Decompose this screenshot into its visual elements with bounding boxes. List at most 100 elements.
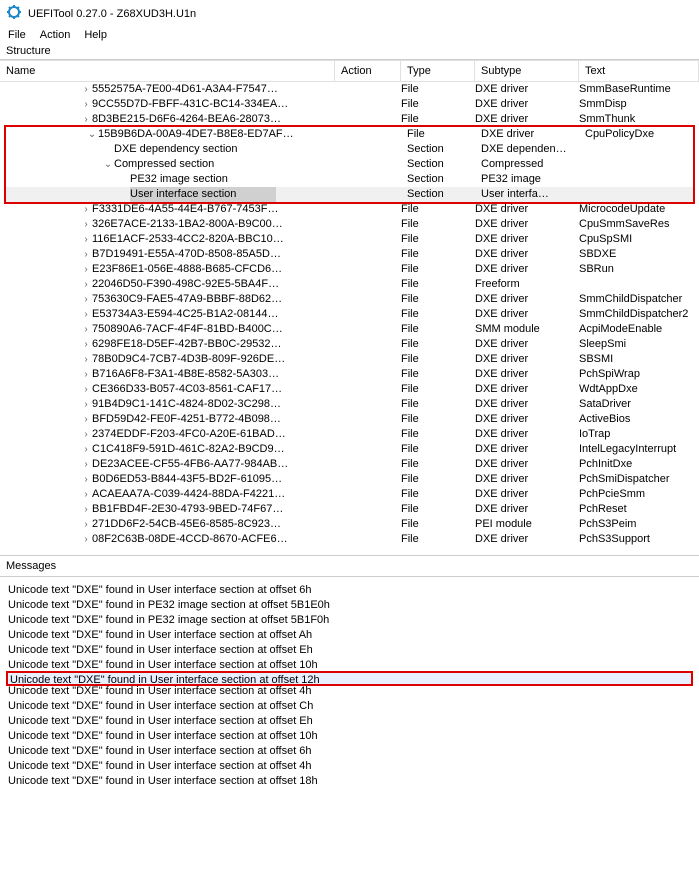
tree-row[interactable]: ›116E1ACF-2533-4CC2-820A-BBC10…FileDXE d… — [0, 232, 699, 247]
row-type: File — [401, 367, 475, 382]
chevron-right-icon[interactable]: › — [80, 82, 92, 97]
tree-row[interactable]: ›CE366D33-B057-4C03-8561-CAF17…FileDXE d… — [0, 382, 699, 397]
chevron-right-icon[interactable]: › — [80, 247, 92, 262]
col-text[interactable]: Text — [579, 61, 699, 81]
tree-row[interactable]: ›2374EDDF-F203-4FC0-A20E-61BAD…FileDXE d… — [0, 427, 699, 442]
tree-row[interactable]: ›DE23ACEE-CF55-4FB6-AA77-984AB…FileDXE d… — [0, 457, 699, 472]
tree-row[interactable]: ›08F2C63B-08DE-4CCD-8670-ACFE6…FileDXE d… — [0, 532, 699, 547]
tree-row[interactable]: ›78B0D9C4-7CB7-4D3B-809F-926DE…FileDXE d… — [0, 352, 699, 367]
chevron-right-icon[interactable]: › — [80, 532, 92, 547]
row-text: ActiveBios — [579, 412, 699, 427]
row-subtype: DXE driver — [475, 397, 579, 412]
chevron-right-icon[interactable]: › — [80, 517, 92, 532]
tree-row[interactable]: ›B7D19491-E55A-470D-8508-85A5D…FileDXE d… — [0, 247, 699, 262]
tree-row[interactable]: ›C1C418F9-591D-461C-82A2-B9CD9…FileDXE d… — [0, 442, 699, 457]
tree-row[interactable]: ›753630C9-FAE5-47A9-BBBF-88D62…FileDXE d… — [0, 292, 699, 307]
row-subtype: User interfa… — [481, 187, 585, 202]
tree-row[interactable]: ›9CC55D7D-FBFF-431C-BC14-334EA…FileDXE d… — [0, 97, 699, 112]
chevron-right-icon[interactable]: › — [80, 352, 92, 367]
chevron-down-icon[interactable]: ⌄ — [86, 127, 98, 142]
chevron-down-icon[interactable]: ⌄ — [102, 157, 114, 172]
tree-row[interactable]: ›5552575A-7E00-4D61-A3A4-F7547…FileDXE d… — [0, 82, 699, 97]
tree-row[interactable]: ⌄Compressed sectionSectionCompressed — [6, 157, 693, 172]
chevron-right-icon[interactable]: › — [80, 217, 92, 232]
menu-file[interactable]: File — [8, 29, 26, 41]
chevron-right-icon[interactable]: › — [80, 232, 92, 247]
tree-row[interactable]: ›B0D6ED53-B844-43F5-BD2F-61095…FileDXE d… — [0, 472, 699, 487]
message-line[interactable]: Unicode text "DXE" found in User interfa… — [8, 643, 691, 658]
chevron-right-icon[interactable]: › — [80, 112, 92, 127]
row-subtype: PEI module — [475, 517, 579, 532]
tree-row[interactable]: ›6298FE18-D5EF-42B7-BB0C-29532…FileDXE d… — [0, 337, 699, 352]
row-subtype: DXE driver — [475, 367, 579, 382]
chevron-right-icon[interactable]: › — [80, 412, 92, 427]
tree-row[interactable]: ›F3331DE6-4A55-44E4-B767-7453F…FileDXE d… — [0, 202, 699, 217]
row-text: PchSmiDispatcher — [579, 472, 699, 487]
chevron-right-icon[interactable]: › — [80, 322, 92, 337]
tree-row[interactable]: ⌄15B9B6DA-00A9-4DE7-B8E8-ED7AF…FileDXE d… — [6, 127, 693, 142]
tree-row[interactable]: DXE dependency sectionSectionDXE depende… — [6, 142, 693, 157]
chevron-right-icon[interactable]: › — [80, 457, 92, 472]
chevron-right-icon[interactable]: › — [80, 307, 92, 322]
tree-body[interactable]: ›5552575A-7E00-4D61-A3A4-F7547…FileDXE d… — [0, 82, 699, 547]
chevron-right-icon[interactable]: › — [80, 397, 92, 412]
tree-row[interactable]: ›326E7ACE-2133-1BA2-800A-B9C00…FileDXE d… — [0, 217, 699, 232]
row-name: E53734A3-E594-4C25-B1A2-08144… — [92, 307, 279, 322]
row-text: SmmChildDispatcher2 — [579, 307, 699, 322]
message-line[interactable]: Unicode text "DXE" found in User interfa… — [8, 583, 691, 598]
tree-row[interactable]: User interface sectionSectionUser interf… — [6, 187, 693, 202]
chevron-right-icon[interactable]: › — [80, 97, 92, 112]
row-subtype: Freeform — [475, 277, 579, 292]
row-action — [335, 262, 401, 277]
chevron-right-icon[interactable]: › — [80, 427, 92, 442]
chevron-right-icon[interactable]: › — [80, 262, 92, 277]
message-line[interactable]: Unicode text "DXE" found in PE32 image s… — [8, 613, 691, 628]
chevron-right-icon[interactable]: › — [80, 487, 92, 502]
tree-row[interactable]: ›B716A6F8-F3A1-4B8E-8582-5A303…FileDXE d… — [0, 367, 699, 382]
chevron-right-icon[interactable]: › — [80, 442, 92, 457]
col-action[interactable]: Action — [335, 61, 401, 81]
row-action — [335, 502, 401, 517]
row-name: 9CC55D7D-FBFF-431C-BC14-334EA… — [92, 97, 288, 112]
message-line[interactable]: Unicode text "DXE" found in User interfa… — [8, 699, 691, 714]
row-action — [335, 412, 401, 427]
chevron-right-icon[interactable]: › — [80, 367, 92, 382]
tree-row[interactable]: PE32 image sectionSectionPE32 image — [6, 172, 693, 187]
col-type[interactable]: Type — [401, 61, 475, 81]
row-name: BFD59D42-FE0F-4251-B772-4B098… — [92, 412, 281, 427]
chevron-right-icon[interactable]: › — [80, 202, 92, 217]
chevron-right-icon[interactable]: › — [80, 472, 92, 487]
menu-action[interactable]: Action — [40, 29, 71, 41]
messages-panel[interactable]: Unicode text "DXE" found in User interfa… — [0, 577, 699, 795]
tree-row[interactable]: ›BB1FBD4F-2E30-4793-9BED-74F67…FileDXE d… — [0, 502, 699, 517]
message-line[interactable]: Unicode text "DXE" found in User interfa… — [8, 759, 691, 774]
chevron-right-icon[interactable]: › — [80, 292, 92, 307]
col-name[interactable]: Name — [0, 61, 335, 81]
chevron-right-icon[interactable]: › — [80, 502, 92, 517]
tree-row[interactable]: ›22046D50-F390-498C-92E5-5BA4F…FileFreef… — [0, 277, 699, 292]
col-subtype[interactable]: Subtype — [475, 61, 579, 81]
tree-row[interactable]: ›750890A6-7ACF-4F4F-81BD-B400C…FileSMM m… — [0, 322, 699, 337]
row-text: PchS3Support — [579, 532, 699, 547]
message-line[interactable]: Unicode text "DXE" found in User interfa… — [8, 774, 691, 789]
chevron-right-icon[interactable]: › — [80, 277, 92, 292]
message-line[interactable]: Unicode text "DXE" found in User interfa… — [8, 744, 691, 759]
message-line[interactable]: Unicode text "DXE" found in User interfa… — [8, 684, 691, 699]
menu-help[interactable]: Help — [84, 29, 107, 41]
message-line[interactable]: Unicode text "DXE" found in User interfa… — [8, 714, 691, 729]
message-line[interactable]: Unicode text "DXE" found in PE32 image s… — [8, 598, 691, 613]
tree-row[interactable]: ›271DD6F2-54CB-45E6-8585-8C923…FilePEI m… — [0, 517, 699, 532]
tree-row[interactable]: ›8D3BE215-D6F6-4264-BEA6-28073…FileDXE d… — [0, 112, 699, 127]
tree-row[interactable]: ›91B4D9C1-141C-4824-8D02-3C298…FileDXE d… — [0, 397, 699, 412]
tree-row[interactable]: ›BFD59D42-FE0F-4251-B772-4B098…FileDXE d… — [0, 412, 699, 427]
row-type: File — [401, 307, 475, 322]
chevron-right-icon[interactable]: › — [80, 382, 92, 397]
tree-row[interactable]: ›ACAEAA7A-C039-4424-88DA-F4221…FileDXE d… — [0, 487, 699, 502]
row-text: WdtAppDxe — [579, 382, 699, 397]
message-line[interactable]: Unicode text "DXE" found in User interfa… — [8, 628, 691, 643]
row-name: 22046D50-F390-498C-92E5-5BA4F… — [92, 277, 279, 292]
chevron-right-icon[interactable]: › — [80, 337, 92, 352]
tree-row[interactable]: ›E53734A3-E594-4C25-B1A2-08144…FileDXE d… — [0, 307, 699, 322]
tree-row[interactable]: ›E23F86E1-056E-4888-B685-CFCD6…FileDXE d… — [0, 262, 699, 277]
message-line[interactable]: Unicode text "DXE" found in User interfa… — [8, 729, 691, 744]
